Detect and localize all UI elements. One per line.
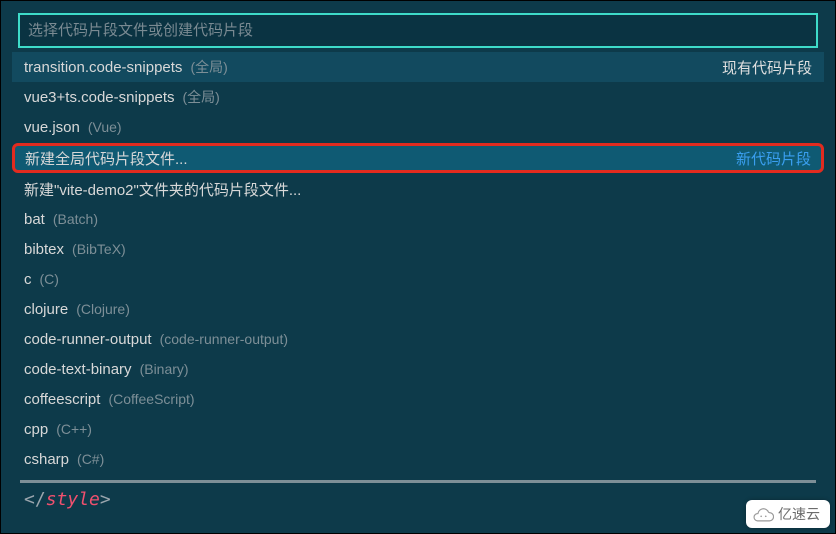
item-left: 新建全局代码片段文件... xyxy=(25,148,188,169)
item-main-label: 新建全局代码片段文件... xyxy=(25,148,188,169)
item-sub-label: (Batch) xyxy=(53,211,98,227)
snippet-search-wrapper xyxy=(18,13,818,48)
list-item[interactable]: 新建"vite-demo2"文件夹的代码片段文件... xyxy=(12,174,824,204)
list-item[interactable]: csharp (C#) xyxy=(12,444,824,474)
watermark-text: 亿速云 xyxy=(778,504,820,524)
item-main-label: coffeescript xyxy=(24,391,100,408)
item-main-label: 新建"vite-demo2"文件夹的代码片段文件... xyxy=(24,179,301,200)
item-sub-label: (全局) xyxy=(183,87,220,107)
editor-code-line: </style> xyxy=(12,485,824,516)
list-item[interactable]: code-runner-output (code-runner-output) xyxy=(12,324,824,354)
item-left: code-runner-output (code-runner-output) xyxy=(24,331,288,348)
item-main-label: transition.code-snippets xyxy=(24,59,182,76)
item-main-label: c xyxy=(24,271,32,288)
item-main-label: clojure xyxy=(24,301,68,318)
item-left: cpp (C++) xyxy=(24,421,92,438)
item-sub-label: (全局) xyxy=(190,57,227,77)
item-sub-label: (Clojure) xyxy=(76,301,130,317)
list-item[interactable]: c (C) xyxy=(12,264,824,294)
item-sub-label: (CoffeeScript) xyxy=(108,391,194,407)
item-sub-label: (BibTeX) xyxy=(72,241,126,257)
item-left: vue3+ts.code-snippets (全局) xyxy=(24,87,220,107)
item-main-label: vue.json xyxy=(24,119,80,136)
list-item[interactable]: cpp (C++) xyxy=(12,414,824,444)
watermark: 亿速云 xyxy=(746,500,830,528)
list-item[interactable]: coffeescript (CoffeeScript) xyxy=(12,384,824,414)
list-item[interactable]: code-text-binary (Binary) xyxy=(12,354,824,384)
item-left: transition.code-snippets (全局) xyxy=(24,57,228,77)
item-left: c (C) xyxy=(24,271,59,288)
list-item[interactable]: vue3+ts.code-snippets (全局) xyxy=(12,82,824,112)
item-sub-label: (Vue) xyxy=(88,119,122,135)
cloud-icon xyxy=(752,505,774,523)
item-left: vue.json (Vue) xyxy=(24,119,122,136)
code-bracket-close: > xyxy=(100,489,111,510)
list-item[interactable]: bat (Batch) xyxy=(12,204,824,234)
item-main-label: cpp xyxy=(24,421,48,438)
item-main-label: vue3+ts.code-snippets xyxy=(24,89,175,106)
snippet-search-input[interactable] xyxy=(20,15,816,46)
section-label-existing: 现有代码片段 xyxy=(722,57,812,78)
item-left: csharp (C#) xyxy=(24,451,104,468)
list-item[interactable]: bibtex (BibTeX) xyxy=(12,234,824,264)
item-main-label: code-text-binary xyxy=(24,361,132,378)
list-item[interactable]: vue.json (Vue) xyxy=(12,112,824,142)
item-left: bibtex (BibTeX) xyxy=(24,241,126,258)
list-item[interactable]: transition.code-snippets (全局) 现有代码片段 xyxy=(12,52,824,82)
list-separator xyxy=(20,480,816,483)
item-sub-label: (Binary) xyxy=(140,361,189,377)
item-left: code-text-binary (Binary) xyxy=(24,361,189,378)
code-tag-name: style xyxy=(46,489,100,510)
item-left: 新建"vite-demo2"文件夹的代码片段文件... xyxy=(24,179,301,200)
item-left: coffeescript (CoffeeScript) xyxy=(24,391,195,408)
item-sub-label: (C++) xyxy=(56,421,92,437)
section-label-new: 新代码片段 xyxy=(736,148,811,169)
item-main-label: csharp xyxy=(24,451,69,468)
list-item[interactable]: clojure (Clojure) xyxy=(12,294,824,324)
snippet-list: transition.code-snippets(全局)现有代码片段vue3+t… xyxy=(12,52,824,474)
list-item[interactable]: 新建全局代码片段文件... 新代码片段 xyxy=(12,143,824,173)
item-left: bat (Batch) xyxy=(24,211,98,228)
item-sub-label: (C#) xyxy=(77,451,104,467)
item-sub-label: (C) xyxy=(40,271,59,287)
item-left: clojure (Clojure) xyxy=(24,301,130,318)
item-main-label: bat xyxy=(24,211,45,228)
code-bracket-open: </ xyxy=(24,489,46,510)
item-main-label: bibtex xyxy=(24,241,64,258)
item-main-label: code-runner-output xyxy=(24,331,152,348)
item-sub-label: (code-runner-output) xyxy=(160,331,288,347)
